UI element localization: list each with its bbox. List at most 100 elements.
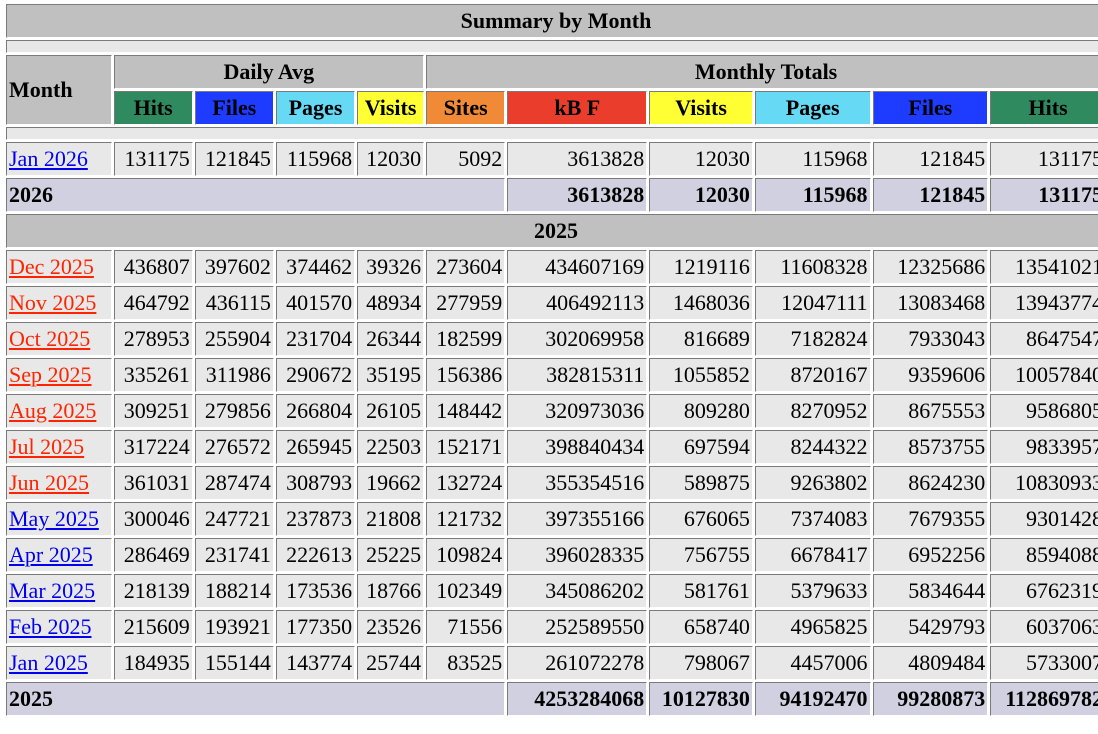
value-cell: 464792 bbox=[113, 286, 193, 320]
month-cell: Sep 2025 bbox=[6, 358, 112, 392]
value-cell: 231704 bbox=[275, 322, 356, 356]
value-cell: 302069958 bbox=[507, 322, 648, 356]
value-cell: 261072278 bbox=[507, 646, 648, 680]
value-cell: 188214 bbox=[194, 574, 274, 608]
value-cell: 9833957 bbox=[990, 430, 1098, 464]
table-row: Oct 2025 278953 255904 231704 26344 182599 302… bbox=[6, 322, 1098, 356]
value-cell: 222613 bbox=[275, 538, 356, 572]
value-cell: 10830933 bbox=[990, 466, 1098, 500]
value-cell: 8594088 bbox=[990, 538, 1098, 572]
value-cell: 434607169 bbox=[507, 250, 648, 284]
value-cell: 6037063 bbox=[990, 610, 1098, 644]
value-cell: 21808 bbox=[357, 502, 425, 536]
value-cell: 12030 bbox=[357, 142, 425, 176]
value-cell: 1055852 bbox=[649, 358, 753, 392]
value-cell: 278953 bbox=[113, 322, 193, 356]
value-cell: 265945 bbox=[275, 430, 356, 464]
month-cell: Jan 2026 bbox=[6, 142, 112, 176]
value-cell: 131175 bbox=[990, 142, 1098, 176]
month-link[interactable]: Jan 2025 bbox=[9, 650, 88, 675]
value-cell: 18766 bbox=[357, 574, 425, 608]
value-cell: 8720167 bbox=[754, 358, 871, 392]
value-cell: 589875 bbox=[649, 466, 753, 500]
table-row: May 2025 300046 247721 237873 21808 121732 397… bbox=[6, 502, 1098, 536]
value-cell: 9263802 bbox=[754, 466, 871, 500]
column-header-hits: Hits bbox=[990, 91, 1098, 125]
total-value-cell: 99280873 bbox=[872, 682, 989, 716]
value-cell: 19662 bbox=[357, 466, 425, 500]
value-cell: 25744 bbox=[357, 646, 425, 680]
month-link[interactable]: Oct 2025 bbox=[9, 326, 90, 351]
value-cell: 109824 bbox=[426, 538, 506, 572]
month-link[interactable]: Apr 2025 bbox=[9, 542, 93, 567]
value-cell: 115968 bbox=[754, 142, 871, 176]
value-cell: 756755 bbox=[649, 538, 753, 572]
column-header-files: Files bbox=[194, 91, 274, 125]
value-cell: 287474 bbox=[194, 466, 274, 500]
month-cell: Jun 2025 bbox=[6, 466, 112, 500]
value-cell: 276572 bbox=[194, 430, 274, 464]
month-link[interactable]: Sep 2025 bbox=[9, 362, 92, 387]
month-link[interactable]: Mar 2025 bbox=[9, 578, 95, 603]
table-row: Apr 2025 286469 231741 222613 25225 109824 396… bbox=[6, 538, 1098, 572]
month-cell: Jan 2025 bbox=[6, 646, 112, 680]
value-cell: 273604 bbox=[426, 250, 506, 284]
value-cell: 155144 bbox=[194, 646, 274, 680]
column-header-pages: Pages bbox=[754, 91, 871, 125]
value-cell: 193921 bbox=[194, 610, 274, 644]
table-row: Jun 2025 361031 287474 308793 19662 132724 355… bbox=[6, 466, 1098, 500]
value-cell: 4809484 bbox=[872, 646, 989, 680]
value-cell: 152171 bbox=[426, 430, 506, 464]
value-cell: 398840434 bbox=[507, 430, 648, 464]
month-cell: Nov 2025 bbox=[6, 286, 112, 320]
value-cell: 4457006 bbox=[754, 646, 871, 680]
value-cell: 132724 bbox=[426, 466, 506, 500]
column-header-visits: Visits bbox=[357, 91, 425, 125]
value-cell: 11608328 bbox=[754, 250, 871, 284]
column-header-kb-f: kB F bbox=[507, 91, 648, 125]
value-cell: 8244322 bbox=[754, 430, 871, 464]
value-cell: 374462 bbox=[275, 250, 356, 284]
year-total-row: 2026 3613828 12030 115968 121845 131175 bbox=[6, 178, 1098, 212]
month-link[interactable]: Dec 2025 bbox=[9, 254, 94, 279]
column-header-sites: Sites bbox=[426, 91, 506, 125]
value-cell: 7933043 bbox=[872, 322, 989, 356]
value-cell: 26344 bbox=[357, 322, 425, 356]
value-cell: 6952256 bbox=[872, 538, 989, 572]
table-row: Jan 2026 131175 121845 115968 12030 5092 36138… bbox=[6, 142, 1098, 176]
month-cell: Dec 2025 bbox=[6, 250, 112, 284]
value-cell: 396028335 bbox=[507, 538, 648, 572]
value-cell: 9301428 bbox=[990, 502, 1098, 536]
value-cell: 816689 bbox=[649, 322, 753, 356]
value-cell: 143774 bbox=[275, 646, 356, 680]
total-value-cell: 12030 bbox=[649, 178, 753, 212]
value-cell: 218139 bbox=[113, 574, 193, 608]
table-row: Mar 2025 218139 188214 173536 18766 102349 345… bbox=[6, 574, 1098, 608]
value-cell: 121845 bbox=[194, 142, 274, 176]
value-cell: 401570 bbox=[275, 286, 356, 320]
month-link[interactable]: Jun 2025 bbox=[9, 470, 89, 495]
value-cell: 697594 bbox=[649, 430, 753, 464]
monthly-totals-header: Monthly Totals bbox=[426, 55, 1098, 89]
value-cell: 279856 bbox=[194, 394, 274, 428]
month-link[interactable]: Nov 2025 bbox=[9, 290, 96, 315]
value-cell: 382815311 bbox=[507, 358, 648, 392]
month-link[interactable]: Jul 2025 bbox=[9, 434, 84, 459]
month-link[interactable]: May 2025 bbox=[9, 506, 99, 531]
value-cell: 8624230 bbox=[872, 466, 989, 500]
value-cell: 131175 bbox=[113, 142, 193, 176]
table-row: Jan 2025 184935 155144 143774 25744 83525 2610… bbox=[6, 646, 1098, 680]
month-link[interactable]: Feb 2025 bbox=[9, 614, 92, 639]
month-cell: May 2025 bbox=[6, 502, 112, 536]
value-cell: 173536 bbox=[275, 574, 356, 608]
value-cell: 10057840 bbox=[990, 358, 1098, 392]
column-header-visits: Visits bbox=[649, 91, 753, 125]
value-cell: 121845 bbox=[872, 142, 989, 176]
month-link[interactable]: Aug 2025 bbox=[9, 398, 96, 423]
value-cell: 83525 bbox=[426, 646, 506, 680]
value-cell: 48934 bbox=[357, 286, 425, 320]
daily-avg-header: Daily Avg bbox=[113, 55, 425, 89]
table-row: Feb 2025 215609 193921 177350 23526 71556 2525… bbox=[6, 610, 1098, 644]
month-link[interactable]: Jan 2026 bbox=[9, 146, 88, 171]
value-cell: 397355166 bbox=[507, 502, 648, 536]
